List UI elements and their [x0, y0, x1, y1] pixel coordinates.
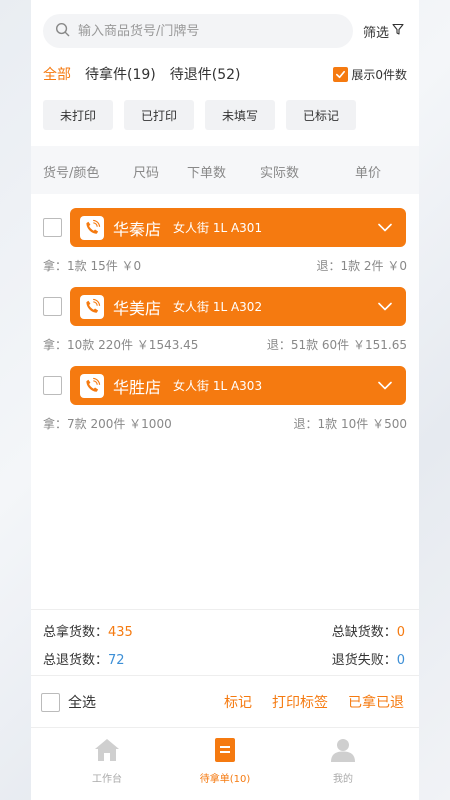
- store-return-summary: 退：1款 2件 ￥0: [316, 259, 407, 273]
- chip-printed[interactable]: 已打印: [124, 100, 194, 130]
- print-label-button[interactable]: 打印标签: [272, 692, 328, 712]
- user-icon: [298, 736, 388, 764]
- store-header-bar[interactable]: 华胜店 女人街 1L A303: [70, 366, 406, 405]
- nav-label: 我的: [333, 774, 353, 785]
- status-tabs: 全部 待拿件(19) 待退件(52) 展示0件数: [43, 62, 407, 86]
- total-short: 总缺货数：0: [332, 621, 405, 640]
- search-icon: [55, 22, 70, 41]
- checkbox-checked-icon[interactable]: [333, 66, 349, 82]
- select-all-label: 全选: [68, 695, 96, 711]
- phone-icon[interactable]: [80, 215, 104, 240]
- tab-pending-take[interactable]: 待拿件(19): [85, 64, 156, 84]
- document-icon: [180, 736, 270, 764]
- total-return-value: 72: [108, 653, 125, 668]
- tab-all[interactable]: 全部: [43, 64, 71, 84]
- column-price: 单价: [355, 166, 382, 181]
- column-ordered: 下单数: [187, 166, 227, 181]
- phone-icon[interactable]: [80, 294, 104, 319]
- nav-item-mine[interactable]: 我的: [298, 736, 388, 785]
- mark-button[interactable]: 标记: [224, 692, 252, 712]
- show-zero-toggle[interactable]: 展示0件数: [333, 66, 407, 83]
- bottom-nav: 工作台 待拿单(10) 我的: [31, 727, 419, 800]
- column-size: 尺码: [133, 166, 160, 181]
- store-take-summary: 拿：10款 220件 ￥1543.45: [43, 338, 199, 352]
- home-icon: [62, 736, 152, 764]
- funnel-icon: [389, 23, 404, 39]
- total-short-label: 总缺货数：: [331, 625, 397, 640]
- store-header-bar[interactable]: 华美店 女人街 1L A302: [70, 287, 406, 326]
- store-address: 女人街 1L A303: [173, 379, 263, 393]
- app-screen: 筛选 全部 待拿件(19) 待退件(52) 展示0件数 未打印 已打印 未填写 …: [31, 0, 419, 800]
- store-name: 华美店: [113, 298, 162, 318]
- search-box[interactable]: [43, 14, 353, 48]
- search-row: 筛选: [43, 14, 407, 48]
- filter-button[interactable]: 筛选: [363, 22, 404, 41]
- store-address: 女人街 1L A301: [173, 221, 263, 235]
- total-take: 总拿货数：435: [43, 621, 133, 640]
- chevron-down-icon[interactable]: [378, 381, 392, 390]
- taken-returned-button[interactable]: 已拿已退: [348, 692, 404, 712]
- column-actual: 实际数: [260, 166, 300, 181]
- nav-label: 工作台: [92, 774, 122, 785]
- total-take-value: 435: [108, 625, 133, 640]
- store-checkbox[interactable]: [43, 376, 62, 395]
- nav-label: 待拿单(10): [199, 774, 251, 785]
- store-checkbox[interactable]: [43, 297, 62, 316]
- action-bar: 全选 标记 打印标签 已拿已退: [31, 675, 419, 727]
- select-all-checkbox[interactable]: [41, 692, 60, 712]
- column-sku-color: 货号/颜色: [43, 166, 100, 181]
- return-fail-value: 0: [396, 653, 405, 668]
- phone-icon[interactable]: [80, 373, 104, 398]
- totals-divider: [31, 609, 419, 610]
- return-fail: 退货失败：0: [332, 649, 405, 668]
- print-status-chips: 未打印 已打印 未填写 已标记: [43, 100, 367, 130]
- store-take-summary: 拿：1款 15件 ￥0: [43, 259, 142, 273]
- chip-unfilled[interactable]: 未填写: [205, 100, 275, 130]
- total-return: 总退货数：72: [43, 649, 125, 668]
- tab-pending-return[interactable]: 待退件(52): [170, 64, 241, 84]
- store-checkbox[interactable]: [43, 218, 62, 237]
- nav-item-pending-orders[interactable]: 待拿单(10): [180, 736, 270, 785]
- show-zero-label: 展示0件数: [351, 67, 407, 82]
- total-short-value: 0: [396, 625, 405, 640]
- nav-item-workbench[interactable]: 工作台: [62, 736, 152, 785]
- chip-unprinted[interactable]: 未打印: [43, 100, 113, 130]
- store-take-summary: 拿：7款 200件 ￥1000: [43, 417, 172, 431]
- return-fail-label: 退货失败：: [331, 653, 397, 668]
- store-return-summary: 退：51款 60件 ￥151.65: [266, 338, 407, 352]
- store-name: 华秦店: [113, 219, 162, 239]
- total-return-label: 总退货数：: [43, 653, 109, 668]
- search-input[interactable]: [78, 23, 328, 39]
- chevron-down-icon[interactable]: [378, 223, 392, 232]
- chevron-down-icon[interactable]: [378, 302, 392, 311]
- store-address: 女人街 1L A302: [173, 300, 263, 314]
- store-header-bar[interactable]: 华秦店 女人街 1L A301: [70, 208, 406, 247]
- store-return-summary: 退：1款 10件 ￥500: [293, 417, 407, 431]
- table-header: 货号/颜色 尺码 下单数 实际数 单价: [31, 146, 419, 194]
- store-name: 华胜店: [113, 377, 162, 397]
- total-take-label: 总拿货数：: [43, 625, 109, 640]
- filter-label: 筛选: [363, 25, 390, 41]
- chip-marked[interactable]: 已标记: [286, 100, 356, 130]
- select-all-toggle[interactable]: 全选: [41, 692, 96, 712]
